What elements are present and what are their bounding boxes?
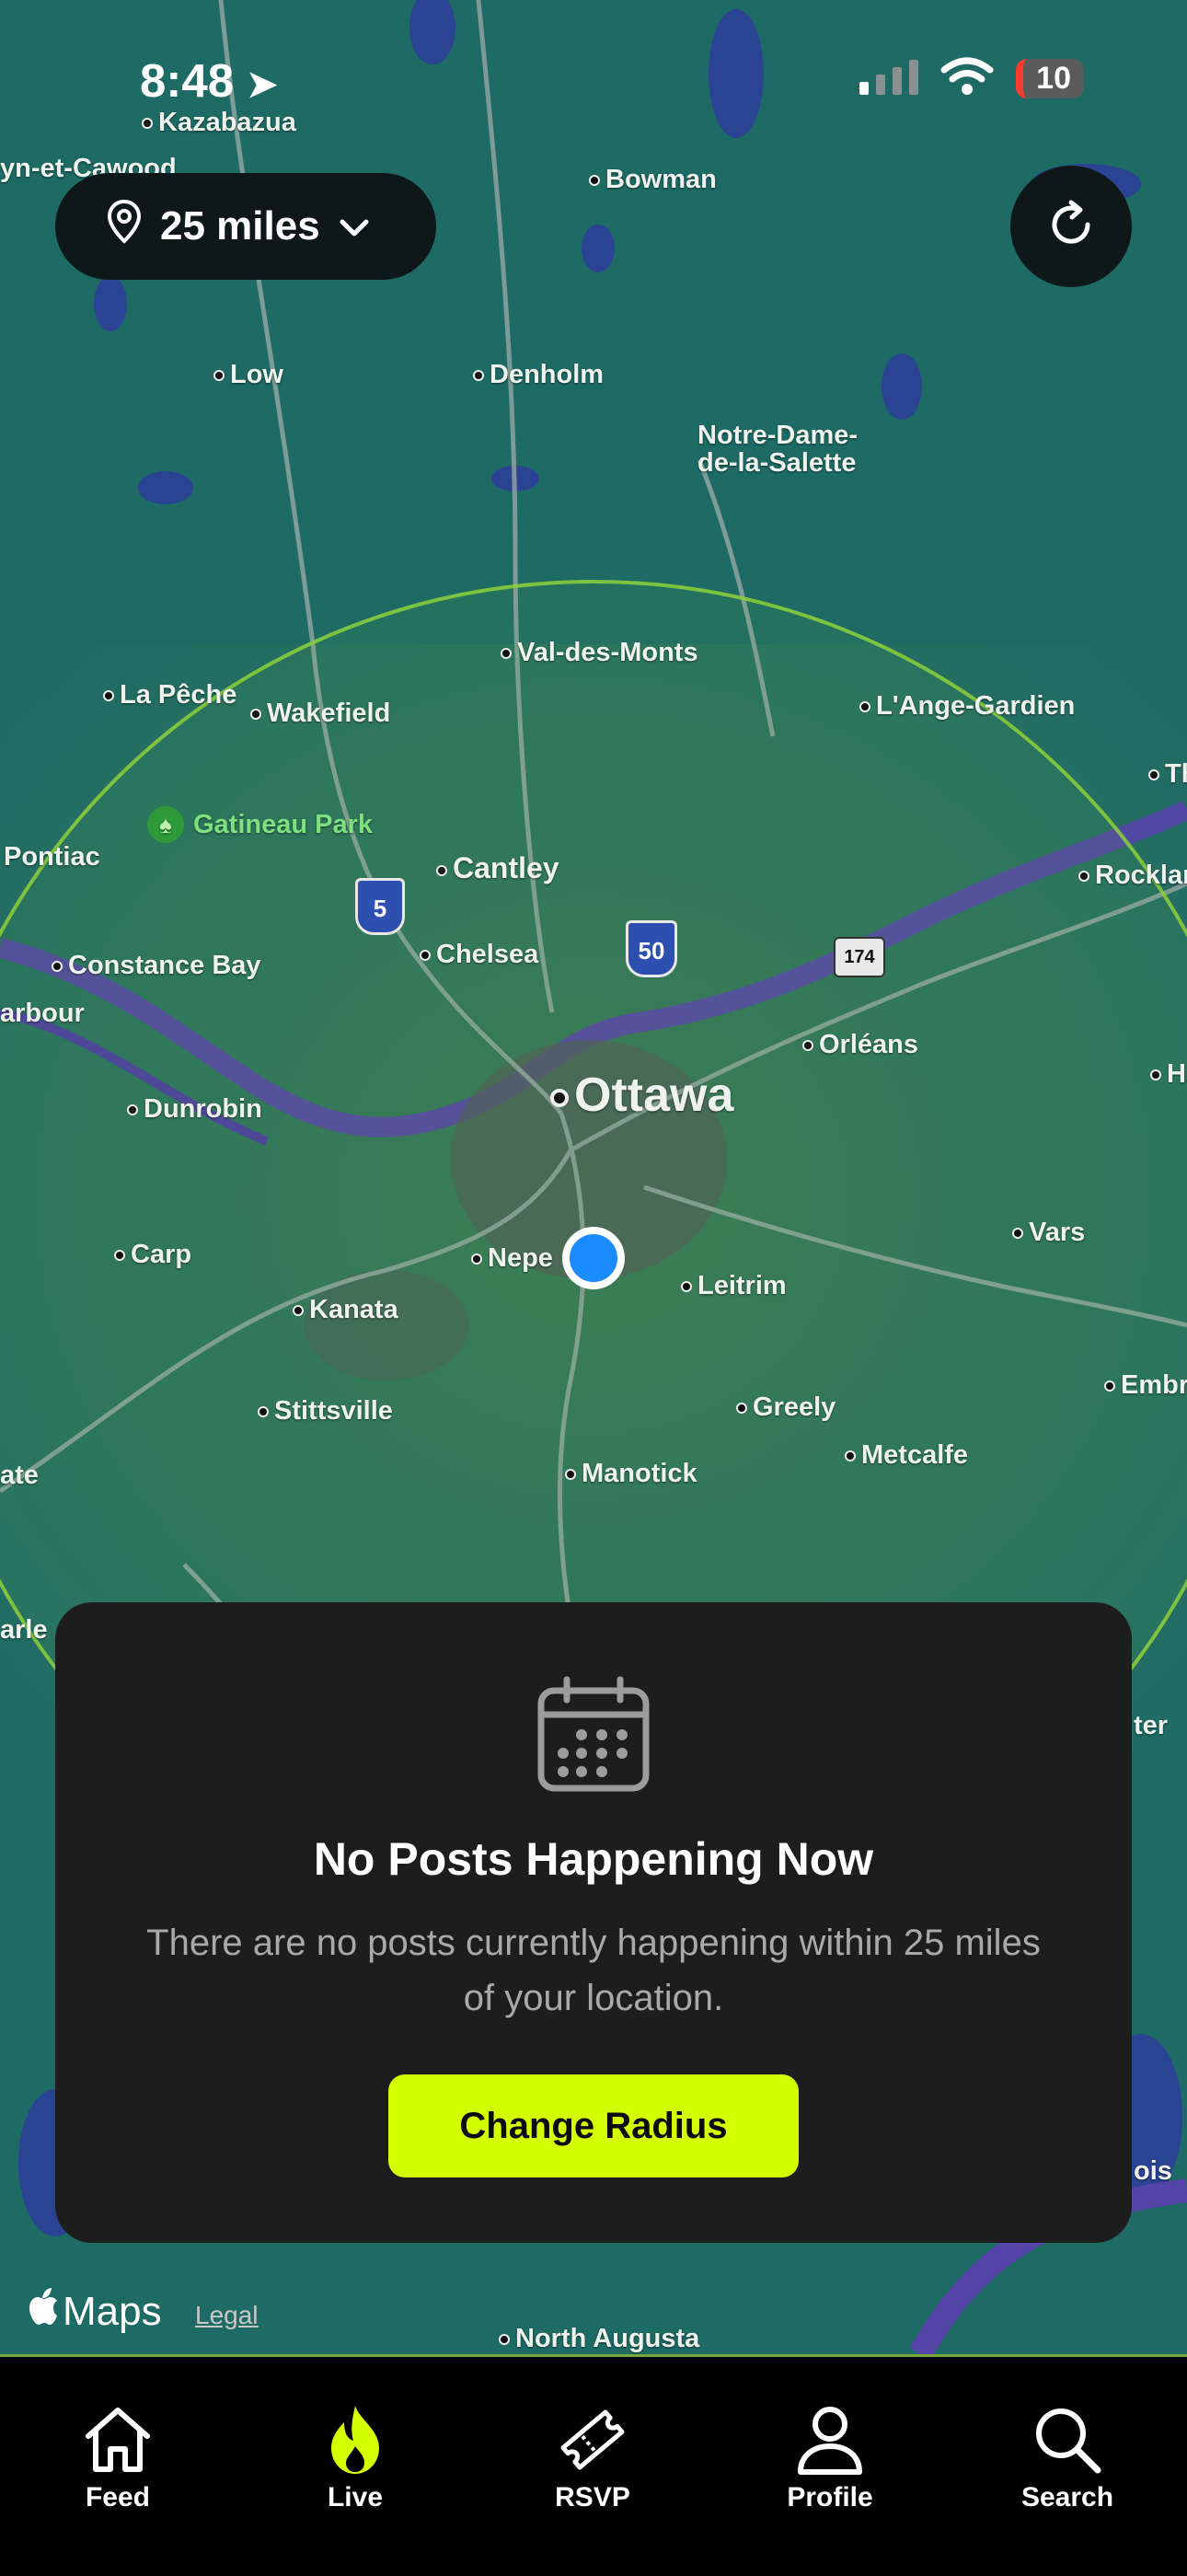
wifi-icon — [940, 57, 994, 100]
legal-link[interactable]: Legal — [195, 2301, 259, 2330]
empty-state-message: There are no posts currently happening w… — [146, 1923, 1041, 2018]
map-label-embr: Embr — [1104, 1370, 1187, 1401]
map-label-greely: Greely — [736, 1392, 836, 1423]
map-label-kanata: Kanata — [293, 1295, 398, 1325]
map-label-carp: Carp — [114, 1240, 191, 1270]
flame-icon — [328, 2404, 383, 2483]
empty-state-card: No Posts Happening Now There are no post… — [55, 1602, 1132, 2243]
empty-state-title: No Posts Happening Now — [313, 1833, 874, 1885]
tab-search[interactable]: Search — [994, 2405, 1141, 2513]
tab-live[interactable]: Live — [282, 2405, 429, 2513]
tab-rsvp-label: RSVP — [555, 2482, 630, 2512]
search-icon — [1031, 2404, 1103, 2483]
apple-maps-logo: Maps — [28, 2288, 162, 2335]
map-label-ha: Ha — [1150, 1059, 1187, 1090]
ticket-icon — [556, 2403, 629, 2484]
status-bar-time: 8:48 ➤ — [140, 54, 278, 107]
map-label-nepean: Nepe — [471, 1243, 553, 1274]
chevron-down-icon — [339, 203, 370, 249]
map-label-metcalfe: Metcalfe — [845, 1440, 968, 1471]
map-label-denholm: Denholm — [473, 360, 604, 390]
change-radius-button[interactable]: Change Radius — [388, 2074, 799, 2177]
map-label-la-peche: La Pêche — [103, 680, 236, 710]
map-label-pontiac: Pontiac — [4, 842, 100, 872]
map-label-ottawa: Ottawa — [550, 1069, 733, 1122]
map-label-chelsea: Chelsea — [420, 940, 538, 970]
highway-50-shield: 50 — [626, 920, 677, 977]
map-label-gatineau-park: ♠ Gatineau Park — [147, 806, 373, 843]
map-label-th: Th — [1148, 759, 1187, 790]
tab-feed[interactable]: Feed — [44, 2405, 191, 2513]
map-label-rocklar: Rocklar — [1078, 861, 1187, 891]
map-pin-icon — [107, 199, 142, 255]
map-label-cantley: Cantley — [436, 851, 559, 884]
tab-profile[interactable]: Profile — [756, 2405, 904, 2513]
map-label-ate: ate — [0, 1461, 39, 1490]
battery-indicator: 10 — [1016, 59, 1084, 98]
map-label-north-augusta: North Augusta — [499, 2324, 699, 2354]
map-label-arbour: arbour — [0, 999, 85, 1028]
tree-icon: ♠ — [147, 806, 184, 843]
highway-174-shield: 174 — [834, 937, 885, 977]
map-label-leitrim: Leitrim — [681, 1271, 787, 1301]
map-label-dunrobin: Dunrobin — [127, 1094, 262, 1125]
status-bar-indicators: 10 — [859, 57, 1084, 100]
radius-label: 25 miles — [160, 203, 320, 248]
refresh-icon — [1043, 197, 1099, 257]
highway-5-shield: 5 — [355, 878, 405, 935]
apple-logo-icon — [28, 2288, 59, 2335]
map-label-notre-dame: Notre-Dame- de-la-Salette — [697, 421, 859, 478]
tab-search-label: Search — [1020, 2482, 1114, 2512]
map-label-vars: Vars — [1012, 1218, 1085, 1248]
tab-rsvp[interactable]: RSVP — [519, 2405, 666, 2513]
location-arrow-icon: ➤ — [247, 64, 278, 105]
tab-live-label: Live — [327, 2482, 384, 2512]
map-label-ois: ois — [1134, 2156, 1172, 2186]
tab-feed-label: Feed — [85, 2482, 151, 2512]
map-label-manotick: Manotick — [565, 1459, 697, 1489]
map-label-wakefield: Wakefield — [250, 699, 390, 729]
map-label-val-des-monts: Val-des-Monts — [501, 638, 698, 668]
map-label-bowman: Bowman — [589, 165, 717, 195]
tab-profile-label: Profile — [787, 2482, 873, 2512]
map-label-arle: arle — [0, 1615, 48, 1645]
refresh-button[interactable] — [1010, 166, 1132, 287]
map-label-lange-gardien: L'Ange-Gardien — [859, 691, 1075, 722]
map-label-orleans: Orléans — [802, 1030, 918, 1060]
tab-bar: Feed Live RSVP Profile Search — [0, 2354, 1187, 2576]
person-icon — [795, 2404, 865, 2483]
home-icon — [81, 2405, 155, 2482]
map-label-ter: ter — [1134, 1711, 1169, 1740]
map-label-low: Low — [213, 360, 283, 390]
signal-icon — [859, 58, 919, 99]
radius-selector-button[interactable]: 25 miles — [55, 173, 436, 280]
map-label-kazabazua: Kazabazua — [142, 108, 296, 138]
calendar-icon — [536, 1676, 651, 1798]
map-label-stittsville: Stittsville — [258, 1396, 393, 1427]
map-label-constance-bay: Constance Bay — [52, 951, 261, 981]
